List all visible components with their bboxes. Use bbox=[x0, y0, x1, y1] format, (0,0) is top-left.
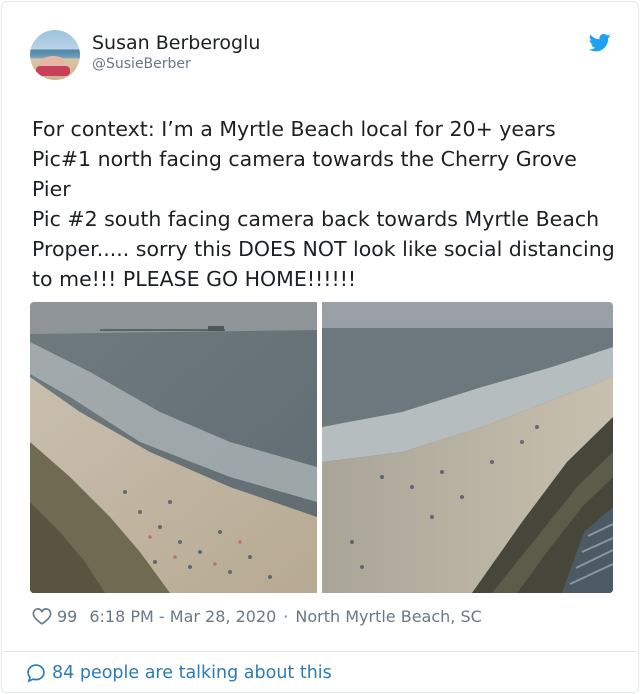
author-name[interactable]: Susan Berberoglu bbox=[92, 32, 260, 54]
tweet-media bbox=[30, 302, 613, 593]
author-handle[interactable]: @SusieBerber bbox=[92, 56, 191, 72]
footer-divider bbox=[4, 651, 636, 652]
tweet-card: Susan Berberoglu @SusieBerber For contex… bbox=[1, 1, 639, 693]
meta-separator: · bbox=[283, 606, 289, 626]
avatar-towel bbox=[36, 66, 70, 76]
conversation-label: 84 people are talking about this bbox=[52, 663, 332, 683]
tweet-timestamp[interactable]: 6:18 PM - Mar 28, 2020 bbox=[89, 607, 276, 626]
tweet-meta: 99 6:18 PM - Mar 28, 2020 · North Myrtle… bbox=[32, 605, 482, 627]
tweet-text: For context: I’m a Myrtle Beach local fo… bbox=[32, 117, 615, 291]
like-count[interactable]: 99 bbox=[57, 607, 77, 626]
tweet-location[interactable]: North Myrtle Beach, SC bbox=[295, 607, 481, 626]
photo-south-myrtle-beach[interactable] bbox=[322, 302, 613, 593]
speech-bubble-icon bbox=[27, 664, 45, 683]
avatar[interactable] bbox=[30, 30, 80, 80]
twitter-bird-icon[interactable] bbox=[589, 33, 611, 53]
photo-north-cherry-grove-pier[interactable] bbox=[30, 302, 317, 593]
heart-icon[interactable] bbox=[32, 607, 52, 625]
conversation-link[interactable]: 84 people are talking about this bbox=[26, 662, 332, 684]
